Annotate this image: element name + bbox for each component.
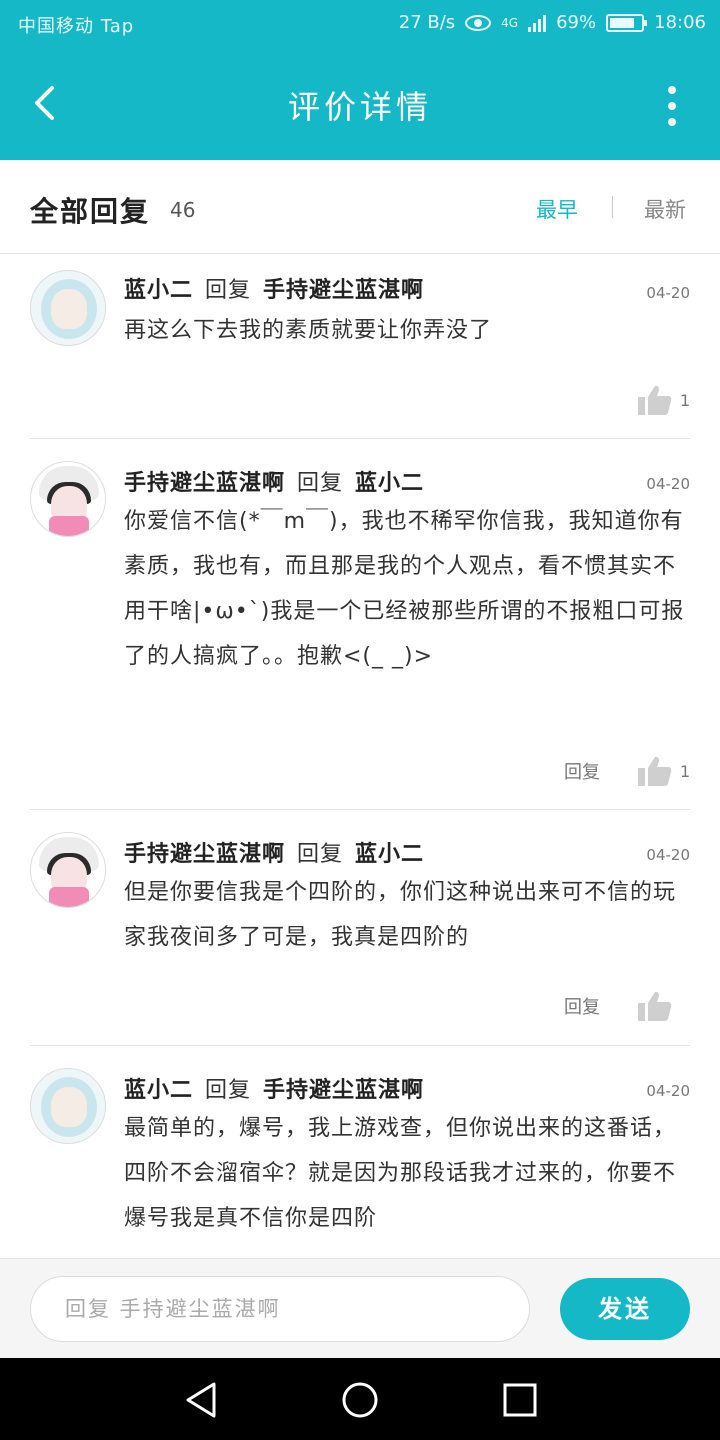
app-header: 评价详情: [0, 48, 720, 160]
reply-text: 最简单的，爆号，我上游戏查，但你说出来的这番话，四阶不会溜宿伞？就是因为那段话我…: [124, 1116, 677, 1231]
reply-actions: 回复 1: [564, 753, 690, 789]
reply-input-bar: 回复 手持避尘蓝湛啊 发送: [0, 1258, 720, 1358]
avatar[interactable]: [30, 461, 106, 537]
reply-date: 04-20: [646, 475, 690, 493]
reply-actions: 回复: [564, 988, 690, 1024]
battery-percent: 69%: [556, 12, 597, 33]
battery-icon: [606, 13, 648, 32]
author-name[interactable]: 手持避尘蓝湛啊: [124, 842, 285, 867]
reply-text: 但是你要信我是个四阶的，你们这种说出来可不信的玩家我夜间多了可是，我真是四阶的: [124, 880, 677, 950]
reply-word: 回复: [297, 842, 344, 867]
reply-word: 回复: [297, 471, 344, 496]
reply-word: 回复: [205, 278, 252, 303]
system-nav-bar: [0, 1358, 720, 1440]
author-name[interactable]: 蓝小二: [124, 278, 193, 303]
nav-back-icon[interactable]: [182, 1380, 222, 1420]
target-name[interactable]: 蓝小二: [355, 842, 424, 867]
reply-button[interactable]: 回复: [564, 993, 600, 1019]
target-name[interactable]: 手持避尘蓝湛啊: [263, 278, 424, 303]
send-button[interactable]: 发送: [560, 1278, 690, 1340]
replies-header: 全部回复 46 最早 最新: [0, 160, 720, 254]
reply-input[interactable]: 回复 手持避尘蓝湛啊: [30, 1276, 530, 1342]
avatar[interactable]: [30, 832, 106, 908]
nav-recents-icon[interactable]: [500, 1380, 540, 1420]
reply-names: 蓝小二 回复 手持避尘蓝湛啊: [124, 272, 424, 304]
reply-names: 蓝小二 回复 手持避尘蓝湛啊: [124, 1072, 424, 1104]
list-item: 蓝小二 回复 手持避尘蓝湛啊 04-20 最简单的，爆号，我上游戏查，但你说出来的这…: [30, 1046, 690, 1258]
status-bar: 中国移动 Tap 27 B/s 4G 69% 18:06: [0, 0, 720, 48]
sort-newest-tab[interactable]: 最新: [644, 194, 686, 224]
reply-button[interactable]: 回复: [564, 758, 600, 784]
clock: 18:06: [654, 12, 706, 33]
thumbs-up-icon[interactable]: [638, 385, 672, 415]
reply-date: 04-20: [646, 846, 690, 864]
target-name[interactable]: 蓝小二: [355, 471, 424, 496]
carrier-label: 中国移动 Tap: [18, 16, 135, 37]
status-icons: 27 B/s 4G 69% 18:06: [399, 12, 706, 33]
eye-icon: [465, 14, 492, 31]
reply-word: 回复: [205, 1078, 252, 1103]
list-item: 手持避尘蓝湛啊 回复 蓝小二 04-20 你爱信不信(*￣m￣)，我也不稀罕你信我，…: [30, 439, 690, 810]
more-vertical-icon[interactable]: [662, 86, 682, 126]
avatar[interactable]: [30, 1068, 106, 1144]
all-replies-label: 全部回复: [30, 195, 151, 228]
signal-icon: [528, 14, 547, 32]
like-count: 1: [680, 390, 691, 410]
reply-text: 你爱信不信(*￣m￣)，我也不稀罕你信我，我知道你有素质，我也有，而且那是我的个…: [124, 509, 685, 669]
target-name[interactable]: 手持避尘蓝湛啊: [263, 1078, 424, 1103]
thumbs-up-icon[interactable]: [638, 756, 672, 786]
sort-earliest-tab[interactable]: 最早: [536, 194, 578, 224]
author-name[interactable]: 蓝小二: [124, 1078, 193, 1103]
page-title: 评价详情: [287, 88, 432, 126]
reply-actions: 1: [638, 382, 690, 418]
sort-divider: [612, 196, 613, 218]
nav-home-icon[interactable]: [340, 1380, 380, 1420]
reply-names: 手持避尘蓝湛啊 回复 蓝小二: [124, 465, 424, 497]
reply-list[interactable]: 蓝小二 回复 手持避尘蓝湛啊 04-20 再这么下去我的素质就要让你弄没了 1 手持…: [0, 254, 720, 1258]
list-item: 蓝小二 回复 手持避尘蓝湛啊 04-20 再这么下去我的素质就要让你弄没了 1: [30, 254, 690, 439]
like-count: 1: [680, 761, 691, 781]
list-item: 手持避尘蓝湛啊 回复 蓝小二 04-20 但是你要信我是个四阶的，你们这种说出来可不…: [30, 810, 690, 1046]
thumbs-up-icon[interactable]: [638, 991, 672, 1021]
reply-date: 04-20: [646, 284, 690, 302]
avatar[interactable]: [30, 270, 106, 346]
reply-text: 再这么下去我的素质就要让你弄没了: [124, 318, 493, 343]
reply-names: 手持避尘蓝湛啊 回复 蓝小二: [124, 836, 424, 868]
author-name[interactable]: 手持避尘蓝湛啊: [124, 471, 285, 496]
replies-count: 46: [170, 198, 196, 222]
network-type: 4G: [501, 15, 519, 30]
reply-date: 04-20: [646, 1082, 690, 1100]
network-speed: 27 B/s: [398, 12, 456, 33]
